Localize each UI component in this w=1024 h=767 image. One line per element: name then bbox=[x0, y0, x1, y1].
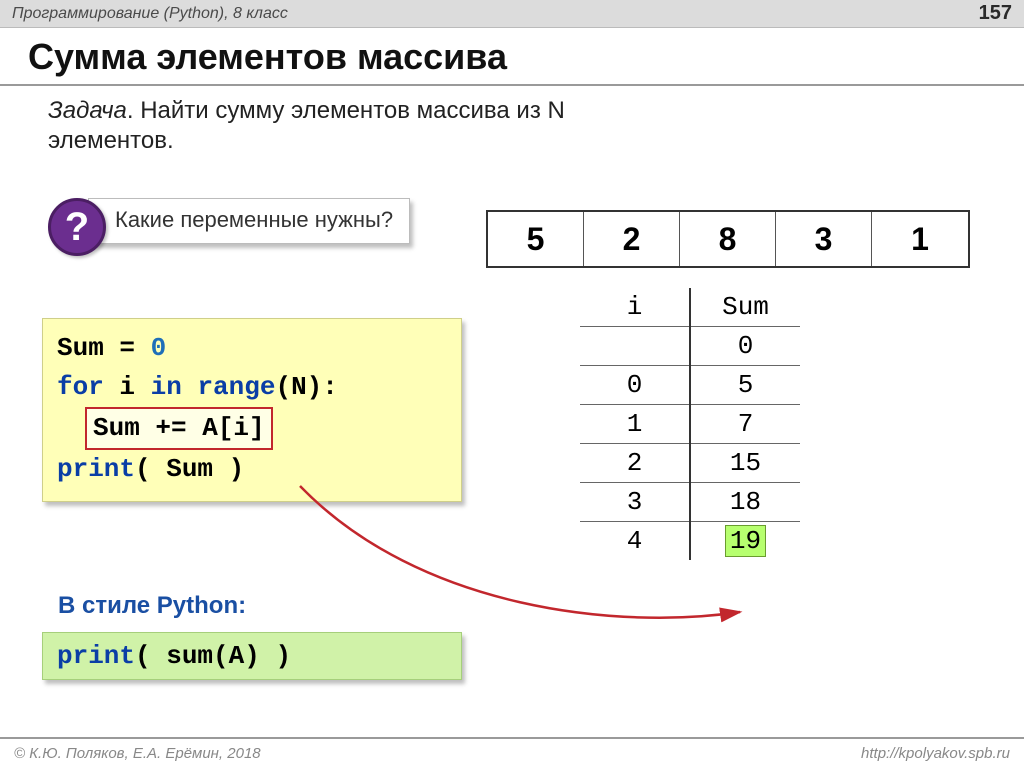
code-token: ( Sum ) bbox=[135, 454, 244, 484]
task-label: Задача bbox=[48, 97, 127, 124]
array-cell: 8 bbox=[680, 212, 776, 266]
trace-sum-highlight: 19 bbox=[725, 525, 766, 557]
trace-sum: 0 bbox=[690, 327, 800, 366]
header-bar: Программирование (Python), 8 класс 157 bbox=[0, 0, 1024, 28]
array-cell: 5 bbox=[488, 212, 584, 266]
code-token: for bbox=[57, 372, 104, 402]
array-values: 5 2 8 3 1 bbox=[486, 210, 970, 268]
question-text: Какие переменные нужны? bbox=[88, 198, 410, 244]
code-token: in bbox=[151, 372, 182, 402]
code-highlight-box: Sum += A[i] bbox=[85, 407, 273, 450]
trace-table: iSum 0 05 17 215 318 4 19 bbox=[580, 288, 800, 560]
code-token: range bbox=[182, 372, 276, 402]
code-token: i bbox=[104, 372, 151, 402]
trace-sum: 7 bbox=[690, 405, 800, 444]
trace-header-sum: Sum bbox=[690, 288, 800, 327]
trace-i: 4 bbox=[580, 522, 690, 561]
code-block-pythonic: print( sum(A) ) bbox=[42, 632, 462, 680]
trace-header-i: i bbox=[580, 288, 690, 327]
code-token: 0 bbox=[151, 333, 167, 363]
trace-sum: 18 bbox=[690, 483, 800, 522]
trace-i: 3 bbox=[580, 483, 690, 522]
code-token: print bbox=[57, 454, 135, 484]
header-left: Программирование (Python), 8 класс bbox=[12, 5, 288, 23]
code-token: Sum = bbox=[57, 333, 151, 363]
code-token: print bbox=[57, 641, 135, 671]
trace-i: 0 bbox=[580, 366, 690, 405]
task-text: Задача. Найти сумму элементов массива из… bbox=[0, 96, 640, 156]
question-callout: ? Какие переменные нужны? bbox=[48, 198, 410, 256]
trace-i: 2 bbox=[580, 444, 690, 483]
array-cell: 3 bbox=[776, 212, 872, 266]
array-cell: 1 bbox=[872, 212, 968, 266]
footer-copyright: © К.Ю. Поляков, Е.А. Ерёмин, 2018 bbox=[14, 745, 261, 762]
code-token: (N): bbox=[275, 372, 337, 402]
footer-url: http://kpolyakov.spb.ru bbox=[861, 745, 1010, 762]
trace-i bbox=[580, 327, 690, 366]
code-token: ( sum(A) ) bbox=[135, 641, 291, 671]
trace-sum: 5 bbox=[690, 366, 800, 405]
trace-i: 1 bbox=[580, 405, 690, 444]
page-number: 157 bbox=[979, 2, 1012, 25]
code-block-main: Sum = 0 for i in range(N): Sum += A[i] p… bbox=[42, 318, 462, 502]
slide-title: Сумма элементов массива bbox=[0, 28, 1024, 80]
footer-bar: © К.Ю. Поляков, Е.А. Ерёмин, 2018 http:/… bbox=[0, 737, 1024, 767]
trace-sum: 15 bbox=[690, 444, 800, 483]
trace-sum-final: 19 bbox=[690, 522, 800, 561]
question-mark-icon: ? bbox=[48, 198, 106, 256]
array-cell: 2 bbox=[584, 212, 680, 266]
title-divider bbox=[0, 84, 1024, 86]
python-style-label: В стиле Python: bbox=[58, 592, 246, 620]
